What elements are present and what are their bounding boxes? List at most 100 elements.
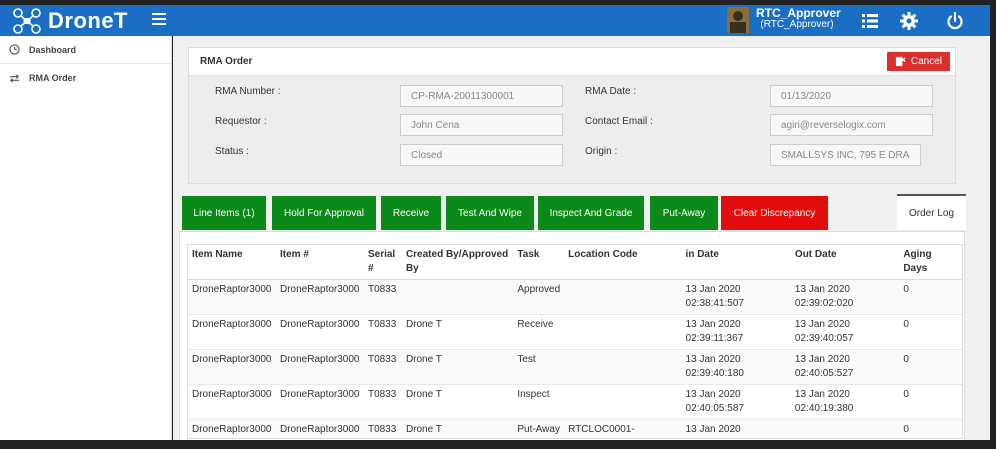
brand-name: DroneT xyxy=(48,7,128,33)
line-items-panel: Item Name Item # Serial # Created By/App… xyxy=(179,231,965,440)
cell-item-name: DroneRaptor3000 xyxy=(188,419,276,438)
cell-serial: T0833 xyxy=(363,314,402,350)
user-info[interactable]: RTC_Approver (RTC_Approver) xyxy=(756,6,841,31)
sidebar: Dashboard RMA Order xyxy=(0,36,172,440)
cell-item-number: DroneRaptor3000 xyxy=(275,314,364,350)
cancel-button[interactable]: Cancel xyxy=(886,52,950,71)
table-row[interactable]: DroneRaptor3000 DroneRaptor3000 T0833 Dr… xyxy=(188,419,962,438)
contact-email-label: Contact Email : xyxy=(585,116,653,127)
rma-date-label: RMA Date : xyxy=(585,86,637,97)
tab-hold-for-approval[interactable]: Hold For Approval xyxy=(272,196,376,230)
user-name: RTC_Approver xyxy=(756,6,841,20)
cell-item-name: DroneRaptor3000 xyxy=(188,314,276,350)
cell-created-by xyxy=(401,279,514,315)
cell-out-date: 13 Jan 2020 02:40:05:527 xyxy=(790,349,900,385)
tab-line-items[interactable]: Line Items (1) xyxy=(182,196,266,230)
cell-in-date: 13 Jan 2020 02:39:40:180 xyxy=(681,349,791,385)
sidebar-item-label: RMA Order xyxy=(29,73,77,83)
cell-item-name: DroneRaptor3000 xyxy=(188,279,276,315)
table-row[interactable]: DroneRaptor3000 DroneRaptor3000 T0833 Ap… xyxy=(188,279,962,315)
origin-field[interactable]: SMALLSYS INC, 795 E DRA xyxy=(770,144,921,166)
col-header-task[interactable]: Task xyxy=(513,245,565,280)
cell-out-date: 13 Jan 2020 02:39:02:020 xyxy=(790,279,900,315)
tab-receive[interactable]: Receive xyxy=(381,196,441,230)
sidebar-item-label: Dashboard xyxy=(29,44,77,55)
cell-task: Test xyxy=(513,349,565,385)
cell-location xyxy=(564,384,682,420)
cell-in-date: 13 Jan 2020 02:40:19:477 xyxy=(681,419,791,438)
col-header-in-date[interactable]: in Date xyxy=(681,245,791,280)
cell-item-name: DroneRaptor3000 xyxy=(188,349,276,385)
cell-item-number: DroneRaptor3000 xyxy=(275,279,364,315)
origin-label: Origin : xyxy=(585,146,618,157)
main-content: RMA Order Cancel RMA Number : CP-RMA-200… xyxy=(173,36,990,440)
cell-item-number: DroneRaptor3000 xyxy=(275,419,364,438)
rma-number-label: RMA Number : xyxy=(215,86,281,97)
user-avatar[interactable] xyxy=(727,7,749,33)
col-header-location-code[interactable]: Location Code xyxy=(564,245,682,280)
menu-toggle-icon[interactable] xyxy=(152,10,166,30)
tab-clear-discrepancy[interactable]: Clear Discrepancy xyxy=(721,196,828,230)
cell-aging: 0 xyxy=(899,349,962,385)
exchange-icon xyxy=(9,73,20,83)
requestor-field[interactable]: John Cena xyxy=(400,114,563,136)
cell-created-by: Drone T xyxy=(401,314,514,350)
brand[interactable]: DroneT xyxy=(12,5,128,36)
col-header-aging-days[interactable]: Aging Days xyxy=(899,245,962,280)
col-header-item-number[interactable]: Item # xyxy=(275,245,364,280)
cell-aging: 0 xyxy=(899,384,962,420)
cell-task: Put-Away xyxy=(513,419,565,438)
cell-out-date xyxy=(790,419,900,438)
cancel-label: Cancel xyxy=(910,56,942,67)
col-header-serial[interactable]: Serial # xyxy=(363,245,402,280)
cell-task: Receive xyxy=(513,314,565,350)
rma-order-card: RMA Order Cancel RMA Number : CP-RMA-200… xyxy=(188,47,956,184)
table-row[interactable]: DroneRaptor3000 DroneRaptor3000 T0833 Dr… xyxy=(188,314,962,350)
tab-order-log[interactable]: Order Log xyxy=(897,194,966,230)
rma-number-field[interactable]: CP-RMA-20011300001 xyxy=(400,85,563,107)
list-view-icon[interactable] xyxy=(860,11,880,31)
tab-put-away[interactable]: Put-Away xyxy=(650,196,718,230)
col-header-out-date[interactable]: Out Date xyxy=(790,245,900,280)
cell-serial: T0833 xyxy=(363,349,402,385)
cell-item-number: DroneRaptor3000 xyxy=(275,349,364,385)
cell-location xyxy=(564,314,682,350)
table-row[interactable]: DroneRaptor3000 DroneRaptor3000 T0833 Dr… xyxy=(188,349,962,385)
cell-in-date: 13 Jan 2020 02:38:41:507 xyxy=(681,279,791,315)
tab-test-and-wipe[interactable]: Test And Wipe xyxy=(446,196,534,230)
tab-inspect-and-grade[interactable]: Inspect And Grade xyxy=(538,196,644,230)
cancel-order-icon xyxy=(895,56,906,67)
cell-item-number: DroneRaptor3000 xyxy=(275,384,364,420)
status-field[interactable]: Closed xyxy=(400,144,563,166)
user-role: (RTC_Approver) xyxy=(760,19,834,30)
cell-in-date: 13 Jan 2020 02:39:11:367 xyxy=(681,314,791,350)
cell-serial: T0833 xyxy=(363,384,402,420)
status-label: Status : xyxy=(215,146,249,157)
cell-location xyxy=(564,349,682,385)
table-row[interactable]: DroneRaptor3000 DroneRaptor3000 T0833 Dr… xyxy=(188,384,962,420)
requestor-label: Requestor : xyxy=(215,116,267,127)
card-title: RMA Order xyxy=(189,48,955,76)
cell-created-by: Drone T xyxy=(401,419,514,438)
rma-date-field[interactable]: 01/13/2020 xyxy=(770,85,933,107)
cell-created-by: Drone T xyxy=(401,349,514,385)
col-header-created-by[interactable]: Created By/Approved By xyxy=(401,245,514,280)
drone-logo-icon xyxy=(13,7,41,34)
contact-email-field[interactable]: agiri@reverselogix.com xyxy=(770,114,933,136)
cell-location xyxy=(564,279,682,315)
top-navbar: DroneT RTC_Approver (RTC_Approver) xyxy=(0,5,990,36)
sidebar-item-rma-order[interactable]: RMA Order xyxy=(0,64,171,92)
power-icon[interactable] xyxy=(945,11,965,31)
sidebar-item-dashboard[interactable]: Dashboard xyxy=(0,36,171,64)
cell-out-date: 13 Jan 2020 02:39:40:057 xyxy=(790,314,900,350)
gear-icon[interactable] xyxy=(899,11,919,31)
cell-created-by: Drone T xyxy=(401,384,514,420)
cell-location: RTCLOC0001-RTCRACK01 xyxy=(564,419,682,438)
col-header-item-name[interactable]: Item Name xyxy=(188,245,276,280)
line-items-table: Item Name Item # Serial # Created By/App… xyxy=(187,244,963,439)
cell-in-date: 13 Jan 2020 02:40:05:587 xyxy=(681,384,791,420)
table-header-row: Item Name Item # Serial # Created By/App… xyxy=(188,245,962,280)
cell-task: Inspect xyxy=(513,384,565,420)
cell-serial: T0833 xyxy=(363,419,402,438)
cell-aging: 0 xyxy=(899,419,962,438)
